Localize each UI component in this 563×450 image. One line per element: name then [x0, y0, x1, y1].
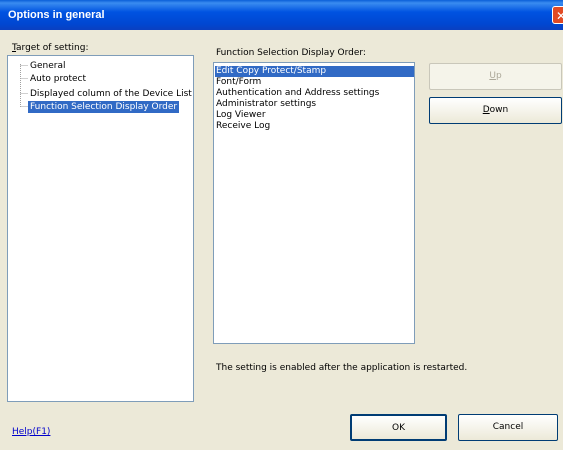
display-order-list[interactable]: Edit Copy Protect/Stamp Font/Form Authen…: [213, 62, 415, 344]
list-item-authentication-address[interactable]: Authentication and Address settings: [216, 88, 379, 99]
ok-button[interactable]: OK: [350, 414, 447, 441]
target-tree[interactable]: General Auto protect Displayed column of…: [7, 55, 194, 402]
restart-note: The setting is enabled after the applica…: [216, 363, 468, 373]
up-button[interactable]: Up: [429, 63, 562, 90]
help-link[interactable]: Help(F1): [12, 427, 50, 437]
list-item-font-form[interactable]: Font/Form: [216, 77, 261, 88]
cancel-button[interactable]: Cancel: [458, 414, 558, 441]
target-of-setting-label: Target of setting:: [12, 43, 89, 53]
display-order-label: Function Selection Display Order:: [216, 48, 366, 58]
tree-item-auto-protect[interactable]: Auto protect: [30, 73, 86, 85]
tree-item-general[interactable]: General: [30, 60, 65, 72]
title-bar: Options in general ✕: [0, 0, 563, 30]
tree-item-function-selection-display-order[interactable]: Function Selection Display Order: [28, 101, 180, 113]
list-item-administrator-settings[interactable]: Administrator settings: [216, 99, 316, 110]
down-button[interactable]: Down: [429, 97, 562, 124]
close-button[interactable]: ✕: [552, 6, 563, 24]
window-title: Options in general: [8, 9, 105, 21]
tree-item-displayed-column[interactable]: Displayed column of the Device List: [30, 88, 192, 100]
list-item-edit-copy-protect-stamp[interactable]: Edit Copy Protect/Stamp: [215, 66, 414, 77]
list-item-log-viewer[interactable]: Log Viewer: [216, 110, 266, 121]
list-item-receive-log[interactable]: Receive Log: [216, 121, 270, 132]
